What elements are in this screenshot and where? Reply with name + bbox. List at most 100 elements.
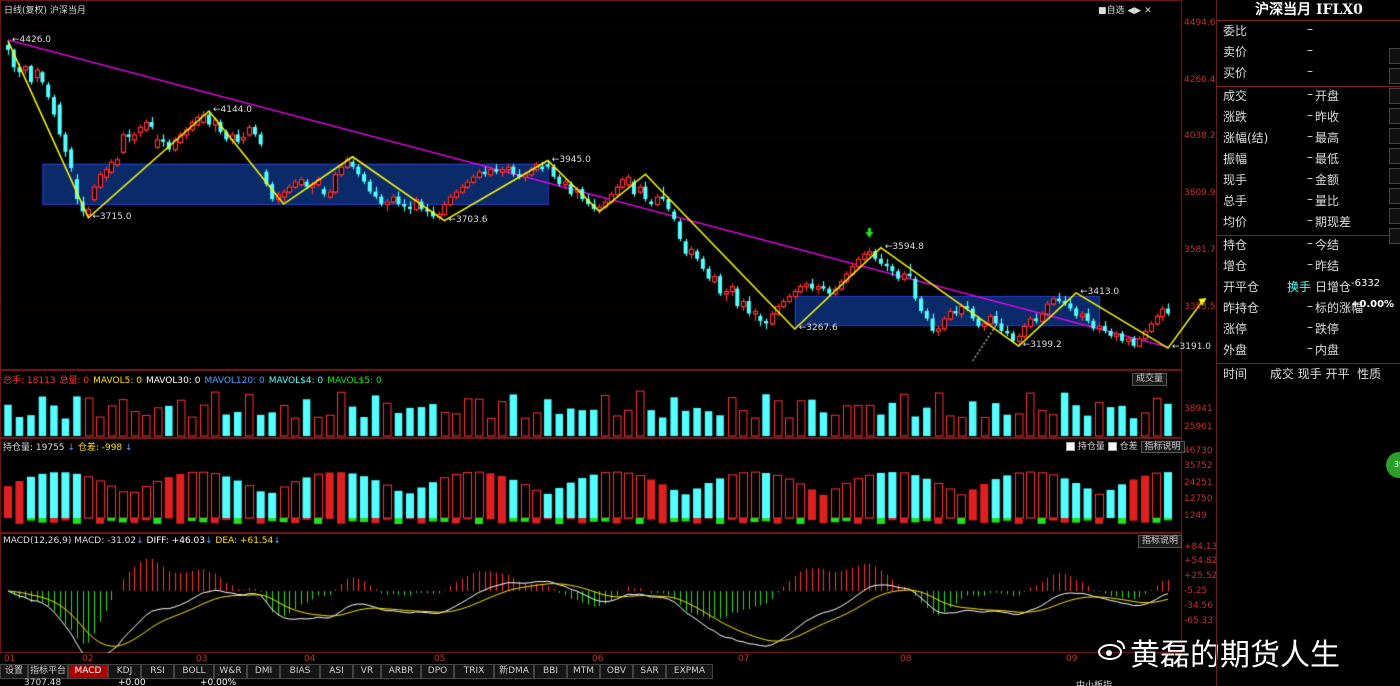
macd-tick-label: +84.13 xyxy=(1184,542,1218,552)
panel-scroll-icon[interactable] xyxy=(1389,68,1400,84)
oi-checkbox-icon[interactable] xyxy=(1066,442,1075,451)
quote-value: – xyxy=(1307,43,1313,57)
chart-toolbar-icons[interactable]: ■自选 ◀▶ ✕ xyxy=(1098,3,1152,16)
quote-row: 成交 – 开盘 xyxy=(1223,87,1400,108)
indicator-tab[interactable]: DPO xyxy=(421,664,454,679)
oi-check-label[interactable]: 持仓量 xyxy=(1078,442,1105,452)
macd-tick-label: +25.52 xyxy=(1184,571,1218,581)
oi-value: 持仓量: 19755 xyxy=(3,443,65,453)
indicator-tab[interactable]: BBI xyxy=(534,664,567,679)
indicator-tab[interactable]: MTM xyxy=(567,664,600,679)
quote-label: 振幅 xyxy=(1223,152,1248,166)
quote-row: 现手 – 金额 xyxy=(1223,171,1400,192)
panel-scroll-icon[interactable] xyxy=(1389,128,1400,144)
indicator-tab[interactable]: KDJ xyxy=(108,664,141,679)
quote-value: – xyxy=(1307,299,1313,313)
quote-row: 买价 – xyxy=(1223,64,1400,85)
diff-checkbox-icon[interactable] xyxy=(1107,442,1117,451)
quote-value: – xyxy=(1307,192,1313,206)
quote-label: 外盘 xyxy=(1223,343,1248,357)
quote-label: 涨停 xyxy=(1223,322,1248,336)
indicator-tab[interactable]: OBV xyxy=(600,664,633,679)
indicator-tab[interactable]: MACD xyxy=(68,664,108,679)
oi-controls: 持仓量 仓差 指标说明 xyxy=(1066,439,1185,453)
date-tick-label: 01 xyxy=(4,654,16,664)
volume-label-item: MAVOL$5: 0 xyxy=(327,376,382,386)
price-chart[interactable] xyxy=(0,0,1216,370)
price-annotation-label: ←3199.2 xyxy=(1022,340,1062,351)
quote-value: – xyxy=(1307,129,1313,143)
indicator-tab[interactable]: SAR xyxy=(633,664,666,679)
indicator-tab[interactable]: RSI xyxy=(141,664,174,679)
status-price: 3707.48 xyxy=(24,678,62,686)
indicator-tab[interactable]: ARBR xyxy=(381,664,421,679)
indicator-tab[interactable]: VR xyxy=(353,664,381,679)
quote-label: 现手 xyxy=(1223,173,1248,187)
quote-value: – xyxy=(1307,236,1313,250)
quote-row: 增仓 – 昨结 xyxy=(1223,257,1400,278)
oi-tick-label: 35752 xyxy=(1184,461,1213,471)
indicator-tab[interactable]: DMI xyxy=(247,664,280,679)
quote-row: 昨持仓 – 标的涨幅 +0.00% xyxy=(1223,299,1400,320)
quote-label: 开盘 xyxy=(1315,89,1340,103)
indicator-tab[interactable]: W&R xyxy=(214,664,247,679)
quote-label: 内盘 xyxy=(1315,343,1340,357)
indicator-tab[interactable]: ASI xyxy=(320,664,353,679)
price-tick-label: 3809.9 xyxy=(1184,188,1216,199)
oi-tick-label: 24251 xyxy=(1184,478,1213,488)
macd-value: MACD: -31.02 xyxy=(74,536,137,546)
macd-chart[interactable] xyxy=(0,533,1216,653)
quote-label: 日增仓 xyxy=(1315,280,1352,294)
quote-row: 卖价 – xyxy=(1223,43,1400,64)
price-annotation-label: ←3703.6 xyxy=(448,214,488,225)
indicator-tab[interactable]: BOLL xyxy=(174,664,214,679)
volume-label-item: MAVOL30: 0 xyxy=(145,376,201,386)
indicator-tab[interactable]: BIAS xyxy=(280,664,320,679)
quote-label: 昨结 xyxy=(1315,259,1340,273)
quote-title: 沪深当月 IFLX0 xyxy=(1255,2,1363,18)
diff-check-label[interactable]: 仓差 xyxy=(1120,442,1138,452)
quote-value: – xyxy=(1307,171,1313,185)
price-annotation-label: ←3594.8 xyxy=(884,241,924,252)
indicator-tab[interactable]: 设置 xyxy=(0,664,28,679)
oi-label: 持仓量: 19755 ↓ 仓差: -998 ↓ xyxy=(3,443,133,453)
quote-panel: 沪深当月 IFLX0 委比 – 卖价 – 买价 – 成交 – 开盘 涨跌 – 昨收 涨幅(结) – 最高 振幅… xyxy=(1216,0,1400,686)
quote-label: 成交 xyxy=(1223,89,1248,103)
oi-diff: 仓差: -998 xyxy=(77,443,123,453)
quote-row: 涨跌 – 昨收 xyxy=(1223,108,1400,129)
oi-tick-label: 12750 xyxy=(1184,494,1213,504)
date-tick-label: 03 xyxy=(196,654,208,664)
macd-params: MACD(12,26,9) xyxy=(3,536,72,546)
indicator-tab[interactable]: EXPMA xyxy=(666,664,713,679)
volume-label-item: MAVOL$4: 0 xyxy=(268,376,324,386)
panel-scroll-icon[interactable] xyxy=(1389,208,1400,224)
indicator-tab[interactable]: 指标平台 xyxy=(28,664,68,679)
diff-value: DIFF: +46.03 xyxy=(146,536,205,546)
quote-row: 持仓 – 今结 xyxy=(1223,236,1400,257)
status-percent: +0.00% xyxy=(200,678,237,686)
oi-help-button[interactable]: 指标说明 xyxy=(1140,441,1185,453)
macd-help-button[interactable]: 指标说明 xyxy=(1138,535,1183,548)
quote-label: 最低 xyxy=(1315,152,1340,166)
panel-scroll-icon[interactable] xyxy=(1389,88,1400,104)
panel-scroll-icon[interactable] xyxy=(1389,228,1400,244)
volume-button[interactable]: 成交量 xyxy=(1132,373,1168,386)
price-annotation-label: ←4426.0 xyxy=(12,34,52,45)
quote-value: – xyxy=(1307,257,1313,271)
chart-title: 日线(复权) 沪深当月 xyxy=(4,6,86,16)
panel-scroll-icon[interactable] xyxy=(1389,168,1400,184)
quote-label: 今结 xyxy=(1315,238,1340,252)
panel-scroll-icon[interactable] xyxy=(1389,188,1400,204)
indicator-tab[interactable]: TRIX xyxy=(454,664,494,679)
panel-scroll-icon[interactable] xyxy=(1389,148,1400,164)
dea-value: DEA: +61.54 xyxy=(215,536,274,546)
panel-scroll-icon[interactable] xyxy=(1389,108,1400,124)
indicator-tab[interactable]: 新DMA xyxy=(494,664,534,679)
price-tick-label: 4038.2 xyxy=(1184,131,1216,142)
open-interest-chart[interactable] xyxy=(0,438,1216,533)
macd-tick-label: -5.25 xyxy=(1184,586,1208,596)
indicator-tabs: 设置 指标平台 MACD KDJ RSI BOLL W&R DMI BIAS ASI VR ARBR D… xyxy=(0,664,1216,679)
quote-value: – xyxy=(1307,150,1313,164)
price-tick-label: 3581.7 xyxy=(1184,244,1216,255)
panel-scroll-icon[interactable] xyxy=(1389,48,1400,64)
